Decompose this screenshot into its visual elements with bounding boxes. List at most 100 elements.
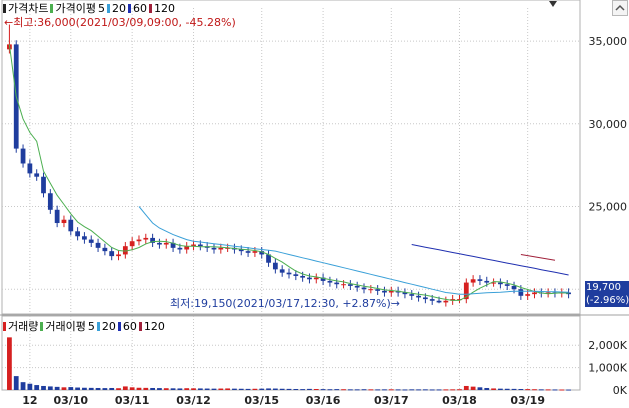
candle-body bbox=[211, 247, 217, 250]
volume-bar bbox=[504, 388, 510, 390]
volume-bar bbox=[545, 389, 551, 391]
candle-body bbox=[354, 285, 360, 288]
volume-legend-label: 거래량 bbox=[8, 320, 39, 333]
scroll-up-button[interactable] bbox=[612, 0, 628, 16]
volume-bar bbox=[382, 389, 387, 391]
volume-bar bbox=[416, 389, 421, 391]
price-legend-swatch bbox=[3, 4, 6, 13]
current-price-change: (-2.96%) bbox=[586, 295, 629, 306]
volume-tick-label: 0K bbox=[613, 384, 628, 397]
volume-tick-label: 2,000K bbox=[588, 339, 627, 352]
date-tick-label: 03/15 bbox=[244, 394, 279, 407]
volume-bar bbox=[204, 388, 210, 390]
candle-body bbox=[75, 231, 80, 237]
volume-bar bbox=[320, 389, 326, 391]
volume-legend-label: 거래이평 bbox=[45, 320, 86, 333]
volume-bar bbox=[361, 389, 367, 391]
candle-body bbox=[109, 251, 115, 257]
candle-body bbox=[504, 284, 510, 286]
date-tick-label: 03/16 bbox=[306, 394, 341, 407]
volume-bar bbox=[293, 388, 299, 390]
candle-body bbox=[286, 272, 292, 275]
volume-legend-item-2[interactable]: 5 bbox=[88, 320, 95, 333]
candle-body bbox=[307, 277, 312, 280]
candle-body bbox=[347, 284, 353, 286]
candle-body bbox=[361, 287, 367, 290]
candle-body bbox=[272, 262, 278, 270]
candle-body bbox=[511, 285, 517, 290]
price-legend-item-4[interactable]: 60 bbox=[127, 2, 147, 15]
volume-bar bbox=[422, 389, 428, 391]
volume-legend-swatch bbox=[96, 322, 100, 331]
chart-menu-dropdown-icon[interactable] bbox=[548, 0, 558, 8]
candle-body bbox=[245, 251, 251, 253]
volume-legend-label: 5 bbox=[87, 320, 95, 333]
volume-legend[interactable]: 거래량 거래이평 5 20 60 120 bbox=[3, 320, 167, 333]
volume-bar bbox=[122, 386, 128, 390]
volume-bar bbox=[245, 388, 251, 390]
chevron-up-icon bbox=[615, 4, 625, 11]
candle-body bbox=[177, 247, 183, 250]
volume-bar bbox=[457, 389, 462, 391]
candle-body bbox=[429, 299, 435, 301]
stock-chart[interactable]: 35,00030,00025,00020,0002,000K1,000K0K12… bbox=[0, 0, 629, 408]
price-legend-item-3[interactable]: 20 bbox=[106, 2, 126, 15]
volume-bar bbox=[532, 389, 537, 391]
candle-body bbox=[341, 284, 346, 286]
candle-body bbox=[88, 239, 94, 243]
moving-averages bbox=[8, 44, 569, 301]
candle-body bbox=[334, 282, 340, 285]
candle-body bbox=[218, 247, 224, 250]
ma20-line bbox=[138, 206, 569, 295]
volume-bar bbox=[436, 389, 442, 391]
volume-bar bbox=[341, 389, 346, 391]
price-candles bbox=[7, 24, 571, 307]
date-tick-label: 12 bbox=[22, 394, 37, 407]
candle-body bbox=[82, 236, 87, 240]
volume-legend-label: 60 bbox=[122, 320, 137, 333]
volume-bar bbox=[388, 389, 394, 391]
axes: 35,00030,00025,00020,0002,000K1,000K0K12… bbox=[22, 35, 628, 407]
volume-legend-item-4[interactable]: 60 bbox=[117, 320, 137, 333]
volume-legend-swatch bbox=[138, 322, 142, 331]
candle-body bbox=[157, 242, 162, 245]
price-legend-item-2[interactable]: 5 bbox=[98, 2, 105, 15]
price-legend-item-0[interactable]: 가격차트 bbox=[3, 2, 48, 15]
volume-bar bbox=[368, 389, 374, 391]
price-legend-swatch bbox=[148, 4, 152, 13]
volume-bar bbox=[266, 388, 271, 390]
candle-body bbox=[163, 242, 169, 245]
volume-bar bbox=[170, 388, 176, 390]
price-legend-swatch bbox=[50, 4, 54, 13]
volume-bar bbox=[116, 388, 121, 390]
date-tick-label: 03/12 bbox=[176, 394, 211, 407]
volume-bar bbox=[484, 387, 490, 390]
volume-bar bbox=[27, 383, 33, 390]
candle-body bbox=[197, 244, 203, 247]
candle-body bbox=[382, 290, 387, 293]
volume-bars bbox=[7, 337, 571, 391]
volume-bar bbox=[191, 388, 196, 390]
volume-bar bbox=[566, 389, 571, 391]
ma60-line bbox=[411, 244, 569, 276]
ma120-line bbox=[520, 254, 556, 261]
volume-tick-label: 1,000K bbox=[588, 362, 627, 375]
volume-legend-item-1[interactable]: 거래이평 bbox=[40, 320, 86, 333]
volume-bar bbox=[109, 387, 115, 390]
date-tick-label: 03/11 bbox=[115, 394, 150, 407]
price-legend[interactable]: 가격차트 가격이평 5 20 60 120 bbox=[3, 2, 177, 15]
volume-legend-swatch bbox=[40, 322, 44, 331]
price-legend-label: 5 bbox=[97, 2, 105, 15]
price-legend-item-1[interactable]: 가격이평 bbox=[50, 2, 96, 15]
volume-legend-item-3[interactable]: 20 bbox=[96, 320, 116, 333]
volume-bar bbox=[82, 387, 87, 390]
candle-body bbox=[470, 279, 476, 283]
volume-bar bbox=[34, 385, 40, 390]
volume-bar bbox=[13, 376, 19, 390]
candle-body bbox=[136, 239, 142, 242]
volume-legend-item-0[interactable]: 거래량 bbox=[3, 320, 38, 333]
price-legend-item-5[interactable]: 120 bbox=[148, 2, 175, 15]
volume-bar bbox=[218, 388, 224, 390]
price-legend-label: 가격이평 bbox=[55, 2, 96, 15]
volume-legend-item-5[interactable]: 120 bbox=[138, 320, 165, 333]
